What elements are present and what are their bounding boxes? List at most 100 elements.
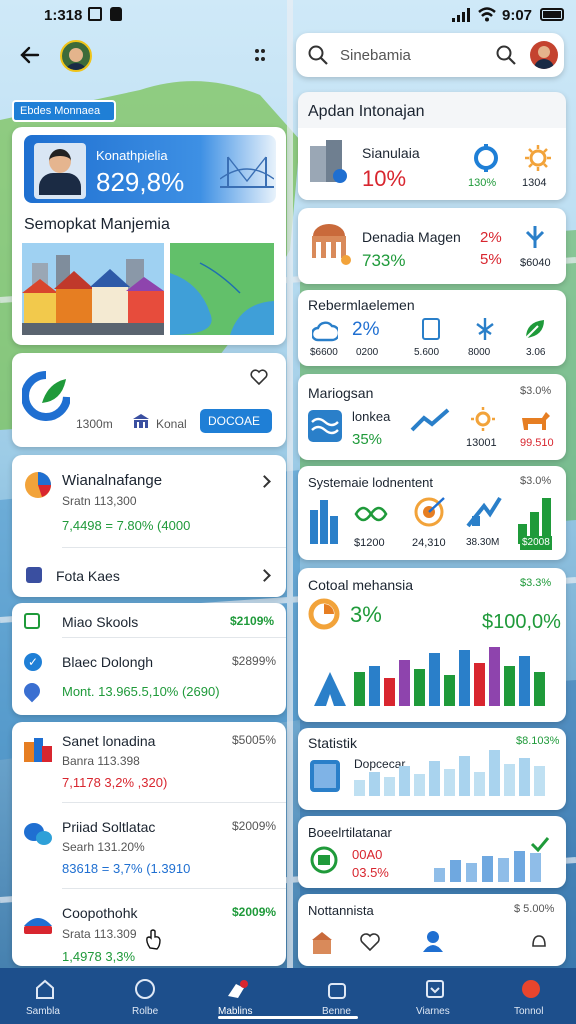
list-item-sub: Sratn 113,300 — [62, 494, 137, 508]
chart-bar — [414, 774, 425, 796]
list-item-title: Blaec Dolongh — [62, 654, 154, 670]
c3-v3: 5.600 — [414, 347, 440, 358]
c8-v1: 00A0 — [352, 847, 383, 862]
chart-bar — [474, 771, 485, 796]
list-item-metric: 7,1178 3,2% ,320) — [62, 775, 168, 790]
wallet-icon — [135, 979, 155, 999]
search-icon — [308, 45, 328, 65]
chart-bar — [354, 671, 365, 706]
place-label: Konal — [156, 417, 187, 431]
c5-card[interactable]: Systemaie lodnentent $3.0% $1200 24,310 … — [298, 466, 566, 560]
list-card-1: Wianalnafange Sratn 113,300 7,4498 = 7.8… — [12, 455, 286, 597]
hero-label: Konathpielia — [96, 148, 168, 163]
c5-v2: 24,310 — [412, 537, 446, 549]
action-button[interactable]: DOCOAE — [200, 409, 272, 433]
c6-top-value: $3.3% — [520, 577, 552, 589]
cash-icon — [310, 846, 338, 874]
chart-bar — [504, 665, 515, 706]
c4-v1: 13001 — [466, 437, 497, 449]
home-icon — [36, 979, 54, 999]
check-circle-icon: ✓ — [24, 653, 42, 671]
list-item-value: $2109% — [230, 614, 275, 628]
c3-v2: 0200 — [356, 347, 379, 358]
chart-bar — [530, 853, 541, 882]
search-input[interactable]: Sinebamia — [340, 48, 411, 63]
search-submit-icon[interactable] — [496, 45, 516, 65]
c3-card[interactable]: Rebermlaelemen 2% $6600 0200 5.600 8000 … — [298, 290, 566, 366]
top-bar — [0, 32, 290, 82]
chart-bar — [534, 766, 545, 796]
chevron-right-icon[interactable] — [258, 569, 271, 582]
c6-big: $100,0% — [482, 611, 561, 633]
c1-title: Sianulaia — [362, 145, 420, 161]
c5-title: Systemaie lodnentent — [308, 475, 434, 490]
list-item-title: Fota Kaes — [56, 568, 120, 584]
hero-card[interactable]: Konathpielia 829,8% Semopkat Manjemia — [12, 127, 286, 345]
overview-card[interactable]: Apdan Intonajan Sianulaia 10% 130% 1304 — [298, 92, 566, 200]
c4-card[interactable]: Mariogsan $3.0% lonkea 35% 13001 99.510 — [298, 374, 566, 460]
c8-card[interactable]: Boeelrtilatanar 00A0 03.5% — [298, 816, 566, 888]
c5-top-value: $3.0% — [520, 475, 552, 487]
distance-label: 1300m — [76, 417, 113, 431]
c3-v4: 8000 — [468, 347, 491, 358]
c6-bar-chart — [354, 644, 554, 706]
chart-bar — [399, 659, 410, 706]
c9-top-value: $ 5.00% — [514, 903, 555, 915]
list-item-metric: 7,4498 = 7.80% (4000 — [62, 518, 191, 533]
home-building-icon[interactable] — [310, 930, 334, 956]
c5-v1: $1200 — [354, 537, 385, 549]
inbox-icon — [426, 980, 444, 998]
sun-icon — [525, 145, 551, 171]
c2-card[interactable]: Denadia Magen 733% 2% 5% $6040 — [298, 208, 566, 284]
museum-icon — [312, 224, 351, 265]
bag-icon — [328, 983, 346, 999]
chart-bar — [434, 867, 445, 882]
location-widget[interactable]: 1300m Konal DOCOAE — [12, 353, 286, 447]
sync-icon — [474, 144, 498, 172]
search-bar[interactable]: Sinebamia — [296, 33, 564, 77]
sun-icon — [471, 407, 495, 431]
heart-icon[interactable] — [360, 932, 380, 952]
home-indicator — [218, 1016, 358, 1019]
list-item-title: Wianalnafange — [62, 472, 163, 489]
tent-icon — [314, 672, 346, 706]
list-item-metric: 83618 = 3,7% (1.3910 — [62, 861, 191, 876]
chart-bar — [384, 777, 395, 796]
list-item-sub: Searh 131.20% — [62, 840, 145, 854]
c7-card[interactable]: Statistik $8.103% Dopcecar — [298, 728, 566, 810]
c4-top-value: $3.0% — [520, 385, 552, 397]
more-icon[interactable] — [254, 48, 266, 62]
c2-value: 733% — [362, 251, 406, 270]
list-item-metric: 1,4978 3,3% — [62, 949, 136, 964]
chart-bar — [489, 750, 500, 796]
c7-bar-chart — [354, 742, 554, 796]
heart-icon[interactable] — [250, 369, 268, 385]
pie-chart-icon — [308, 598, 340, 630]
person-avatar — [34, 143, 86, 199]
chart-bar — [444, 675, 455, 706]
c1-stat-2: 1304 — [522, 177, 547, 189]
chevron-right-icon[interactable] — [258, 475, 271, 488]
c9-card[interactable]: Nottannista $ 5.00% — [298, 894, 566, 966]
chart-bar — [534, 671, 545, 706]
avatar[interactable] — [60, 40, 92, 72]
status-right-time: 9:07 — [502, 7, 533, 24]
cloud-icon — [312, 321, 338, 342]
user-icon[interactable] — [422, 930, 444, 952]
bottom-nav: Sambla Rolbe Mablins Benne Viarnes Tonno… — [0, 968, 576, 1024]
chart-bar — [459, 650, 470, 706]
building-icon — [133, 414, 149, 428]
list-item-title: Miao Skools — [62, 614, 139, 630]
chart-bar — [498, 858, 509, 882]
c1-value: 10% — [362, 166, 407, 191]
profile-avatar[interactable] — [530, 41, 558, 69]
chart-bar — [369, 771, 380, 796]
c8-title: Boeelrtilatanar — [308, 825, 392, 840]
chart-bar — [519, 656, 530, 706]
c1-stat-1: 130% — [468, 177, 497, 189]
bell-icon[interactable] — [530, 932, 548, 950]
back-arrow-icon[interactable] — [20, 45, 40, 65]
c6-card[interactable]: Cotoal mehansia $3.3% 3% $100,0% — [298, 568, 566, 722]
list-item-title: Priiad Soltlatac — [62, 819, 156, 835]
c3-v5: 3.06 — [526, 347, 546, 358]
